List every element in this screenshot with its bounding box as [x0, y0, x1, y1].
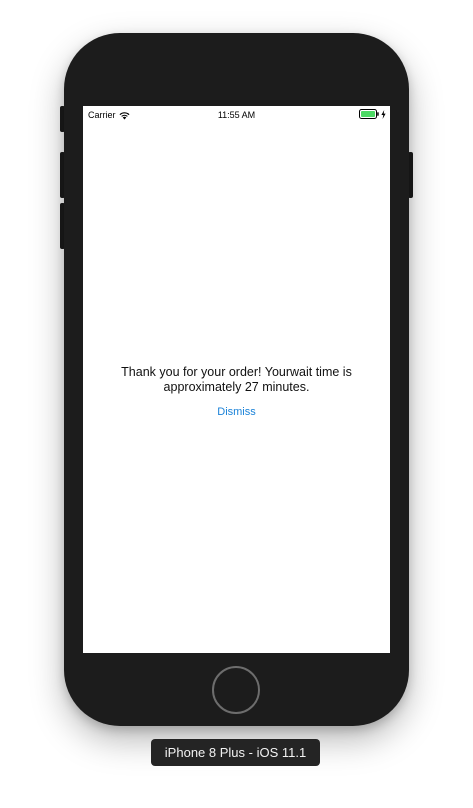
battery-indicator [359, 109, 386, 119]
status-bar: Carrier 11:55 AM [83, 106, 390, 124]
simulator-device-label: iPhone 8 Plus - iOS 11.1 [151, 739, 320, 766]
dismiss-button[interactable]: Dismiss [83, 406, 390, 418]
status-time: 11:55 AM [217, 110, 256, 120]
order-confirmation-message: Thank you for your order! Yourwait time … [121, 365, 352, 394]
battery-icon [359, 109, 379, 119]
charging-bolt-icon [381, 109, 386, 119]
home-button[interactable] [212, 666, 260, 714]
app-screen: Carrier 11:55 AM Thank you for your orde… [83, 106, 390, 653]
